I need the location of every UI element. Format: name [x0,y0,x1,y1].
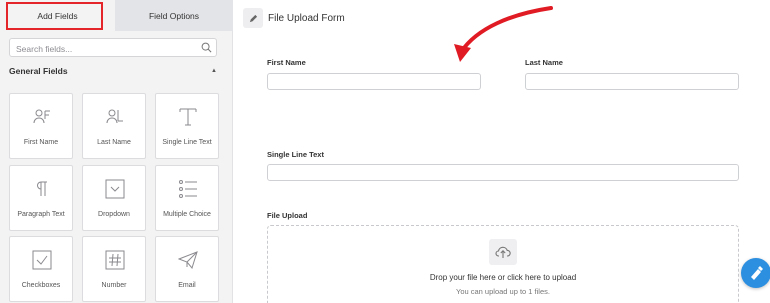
paragraph-icon [37,181,47,196]
caret-up-icon[interactable]: ▲ [211,68,217,74]
field-card-label: First Name [23,139,59,146]
single-line-text-label: Single Line Text [267,150,324,159]
upload-drop-text: Drop your file here or click here to upl… [429,273,577,282]
hash-icon [105,250,125,270]
help-fab-button[interactable] [741,258,770,288]
field-card-label: Last Name [97,139,131,146]
person-icon [33,109,50,124]
checkbox-icon [32,250,52,270]
field-card-single-line-text[interactable]: Single Line Text [155,93,219,159]
field-card-checkboxes[interactable]: Checkboxes [9,236,73,302]
fields-grid: First Name Last Name Single Line Text Pa… [9,93,219,303]
field-card-dropdown[interactable]: Dropdown [82,165,146,231]
dropdown-icon [105,179,125,199]
field-card-multiple-choice[interactable]: Multiple Choice [155,165,219,231]
search-input[interactable] [10,40,190,58]
field-card-first-name[interactable]: First Name [9,93,73,159]
upload-limit-text: You can upload up to 1 files. [456,287,550,296]
text-t-icon [179,108,197,126]
form-canvas: File Upload Form First Name Last Name Si… [233,0,770,303]
annotation-arrow-icon [454,6,553,62]
fields-panel: Add Fields Field Options General Fields … [0,0,233,303]
file-upload-label: File Upload [267,211,308,220]
bolt-icon [751,266,763,280]
field-card-last-name[interactable]: Last Name [82,93,146,159]
field-card-label: Number [101,282,127,289]
tab-field-options[interactable]: Field Options [115,0,233,31]
section-title: General Fields [9,66,68,76]
list-icon [179,180,197,198]
highlight-annotation-box [6,2,103,30]
field-card-label: Paragraph Text [17,211,65,218]
search-icon[interactable] [201,42,212,53]
cloud-upload-icon [489,239,517,265]
field-card-paragraph-text[interactable]: Paragraph Text [9,165,73,231]
field-card-label: Dropdown [98,211,130,218]
field-card-number[interactable]: Number [82,236,146,302]
field-card-email[interactable]: Email [155,236,219,302]
single-line-text-field[interactable] [267,164,739,181]
field-card-label: Email [178,282,196,289]
search-box [9,38,217,58]
paper-plane-icon [178,251,198,270]
field-card-label: Single Line Text [162,139,212,146]
tab-field-options-label: Field Options [148,10,200,21]
file-upload-dropzone[interactable]: Drop your file here or click here to upl… [267,225,739,303]
person-lines-icon [106,109,123,124]
general-fields-header[interactable]: General Fields ▲ [9,64,217,78]
field-card-label: Checkboxes [21,282,61,289]
field-card-label: Multiple Choice [163,211,211,218]
